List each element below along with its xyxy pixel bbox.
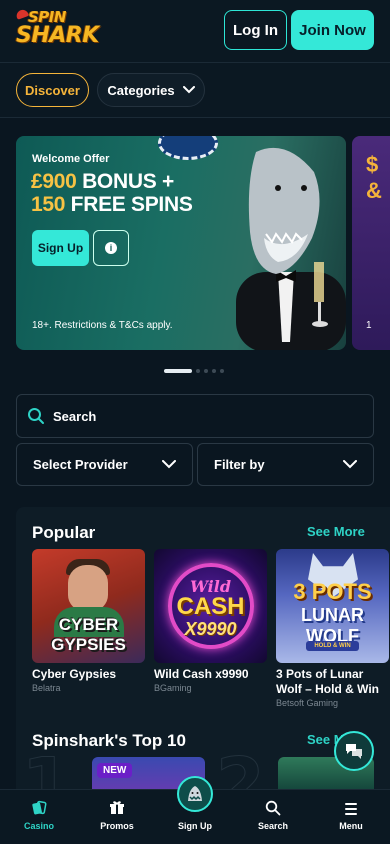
poker-chip-art (158, 136, 218, 160)
provider-select-label: Select Provider (33, 457, 128, 472)
game-provider: BGaming (154, 683, 192, 693)
thumb-title-1: CYBER (58, 615, 119, 634)
carousel-dot[interactable] (196, 369, 200, 373)
nav-menu[interactable]: Menu (312, 790, 390, 844)
nav-menu-label: Menu (339, 821, 363, 831)
offer-info-button[interactable]: i (93, 230, 129, 266)
popular-title: Popular (32, 523, 96, 542)
thumb-title-3: X9990 (184, 619, 237, 639)
filter-by-select[interactable]: Filter by (197, 443, 374, 486)
provider-select[interactable]: Select Provider (16, 443, 193, 486)
nav-casino[interactable]: Casino (0, 790, 78, 844)
thumb-title-2: CASH (176, 593, 245, 620)
game-name: Wild Cash x9990 (154, 667, 249, 681)
search-placeholder: Search (53, 408, 97, 424)
live-chat-button[interactable] (334, 731, 374, 771)
casino-cards-icon (32, 800, 47, 815)
chevron-down-icon (343, 460, 357, 469)
game-thumbnail[interactable]: 3 POTS LUNAR WOLF HOLD & WIN (276, 549, 389, 663)
welcome-offer-banner[interactable]: Welcome Offer £900 BONUS + 150 FREE SPIN… (16, 136, 346, 350)
game-provider: Belatra (32, 683, 61, 693)
thumb-title-1: 3 POTS (293, 579, 372, 604)
bottom-nav: Casino Promos Sign Up Search Menu (0, 776, 390, 844)
spinshark-logo[interactable]: SPIN SHARK (14, 8, 99, 54)
categories-dropdown[interactable]: Categories (97, 73, 205, 107)
game-search-input[interactable]: Search (16, 394, 374, 438)
popular-see-more-link[interactable]: See More (307, 524, 365, 539)
game-name: Cyber Gypsies (32, 667, 117, 681)
game-name: 3 Pots of Lunar Wolf – Hold & Win (276, 667, 379, 696)
thumb-title-3: HOLD & WIN (306, 641, 359, 651)
carousel-indicator (164, 369, 224, 373)
nav-signup-label: Sign Up (178, 821, 212, 831)
thumb-title-2: GYPSIES (51, 635, 126, 654)
bonus-amount: £900 (31, 170, 77, 193)
game-card[interactable]: 3 POTS LUNAR WOLF HOLD & WIN 3 Pots of L… (276, 549, 390, 708)
next-banner-text-3: 1 (366, 320, 372, 331)
welcome-offer-label: Welcome Offer (32, 153, 110, 165)
chevron-down-icon (182, 86, 195, 94)
bonus-headline-line1: £900 BONUS + (31, 170, 174, 194)
login-button[interactable]: Log In (224, 10, 287, 50)
info-icon: i (105, 242, 117, 254)
chevron-down-icon (162, 460, 176, 469)
bonus-headline-line2: 150 FREE SPINS (31, 193, 193, 217)
hero-signup-button[interactable]: Sign Up (32, 230, 89, 266)
top-header: SPIN SHARK Log In Join Now (0, 0, 390, 62)
chat-bubbles-icon (346, 744, 362, 759)
nav-casino-label: Casino (23, 821, 54, 831)
filter-by-label: Filter by (214, 457, 265, 472)
nav-promos[interactable]: Promos (78, 790, 156, 844)
free-spins-text: FREE SPINS (65, 193, 193, 216)
next-banner-peek[interactable]: $ & 1 (352, 136, 390, 350)
carousel-dot[interactable] (204, 369, 208, 373)
carousel-dot[interactable] (212, 369, 216, 373)
game-thumbnail[interactable]: Wild CASH X9990 (154, 549, 267, 663)
nav-search-label: Search (257, 821, 289, 831)
carousel-dot[interactable] (164, 369, 192, 373)
next-banner-text-2: & (366, 178, 382, 203)
nav-promos-label: Promos (100, 821, 134, 831)
new-badge: NEW (97, 763, 133, 778)
game-card[interactable]: CYBER GYPSIES Cyber Gypsies Belatra (32, 549, 145, 693)
menu-icon (345, 803, 357, 815)
discover-label: Discover (25, 82, 80, 98)
join-now-button[interactable]: Join Now (291, 10, 374, 50)
discover-chip[interactable]: Discover (16, 73, 89, 107)
terms-text: 18+. Restrictions & T&Cs apply. (32, 320, 173, 331)
free-spins-count: 150 (31, 193, 66, 216)
nav-signup[interactable]: Sign Up (156, 790, 234, 844)
carousel-dot[interactable] (220, 369, 224, 373)
bonus-text: BONUS + (76, 170, 174, 193)
game-provider: Betsoft Gaming (276, 698, 339, 708)
category-nav: Discover Categories (0, 62, 390, 118)
santa-hat-icon (14, 8, 30, 20)
nav-search[interactable]: Search (234, 790, 312, 844)
next-banner-text-1: $ (366, 152, 379, 177)
search-icon (265, 800, 281, 816)
game-thumbnail[interactable]: CYBER GYPSIES (32, 549, 145, 663)
gift-icon (110, 801, 124, 814)
shark-in-tuxedo-art (236, 147, 346, 350)
character-face (68, 565, 108, 611)
categories-label: Categories (107, 82, 175, 98)
search-icon (28, 408, 44, 424)
game-card[interactable]: Wild CASH X9990 Wild Cash x9990 BGaming (154, 549, 267, 693)
